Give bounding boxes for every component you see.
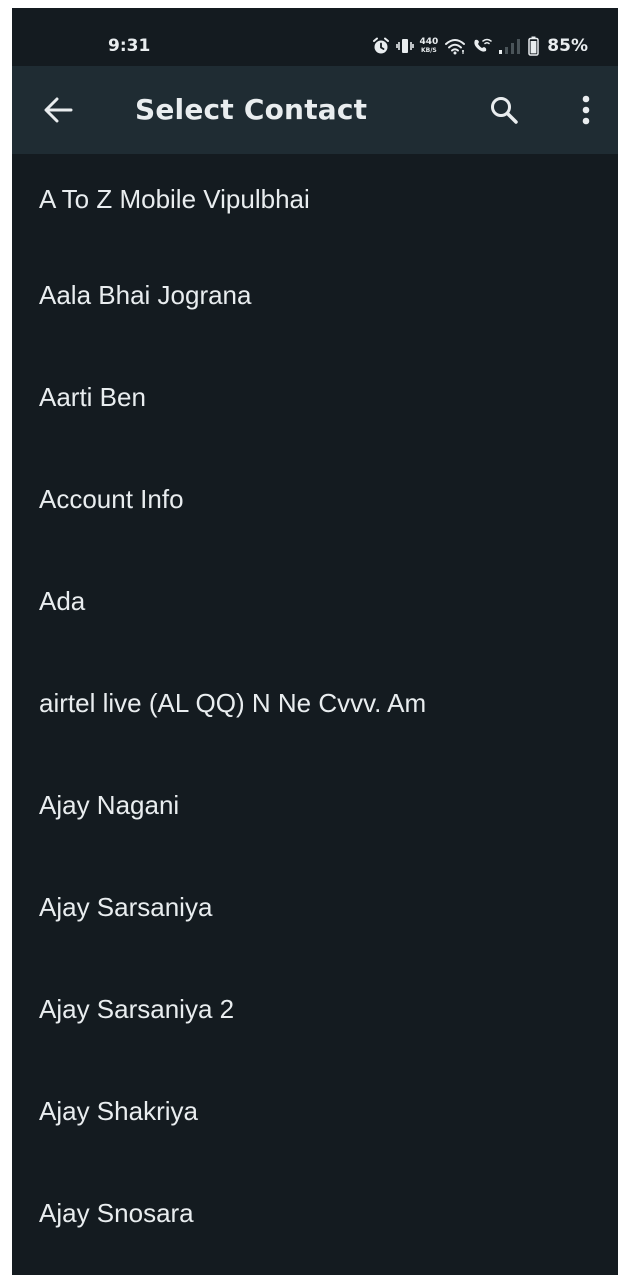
more-options-button[interactable] (572, 90, 600, 130)
contact-item[interactable]: Ada (12, 550, 618, 652)
contact-name: Ajay Shakriya (39, 1095, 198, 1126)
contact-item[interactable]: Ajay Nagani (12, 754, 618, 856)
contact-item[interactable]: Aarti Ben (12, 346, 618, 448)
back-button[interactable] (40, 92, 76, 128)
contact-item[interactable]: Aala Bhai Jograna (12, 244, 618, 346)
contact-name: airtel live (AL QQ) N Ne Cvvv. Am (39, 687, 427, 718)
contact-item[interactable]: Ajay Snosara (12, 1162, 618, 1264)
status-time: 9:31 (108, 36, 151, 56)
contact-item[interactable]: Ajay Sarsaniya (12, 856, 618, 958)
battery-percent: 85% (547, 36, 588, 56)
contact-item[interactable]: Ajay Shakriya (12, 1060, 618, 1162)
status-bar: 9:31 440 KB/S 85% (12, 8, 618, 66)
contact-name: Ada (39, 585, 86, 616)
search-button[interactable] (486, 92, 522, 128)
search-icon (491, 97, 518, 124)
contact-item[interactable]: Account Info (12, 448, 618, 550)
wifi-calling-icon (474, 38, 493, 52)
contact-name: Account Info (39, 483, 184, 514)
signal-icon (499, 39, 521, 54)
contact-name: Ajay Sarsaniya 2 (39, 993, 235, 1024)
app-bar: Select Contact (12, 66, 618, 154)
battery-icon (528, 36, 540, 56)
vibrate-icon (395, 39, 414, 53)
contact-item[interactable]: airtel live (AL QQ) N Ne Cvvv. Am (12, 652, 618, 754)
contact-list: A To Z Mobile Vipulbhai Aala Bhai Jogran… (12, 154, 618, 1264)
contact-name: A To Z Mobile Vipulbhai (39, 183, 310, 214)
phone-screen: 9:31 440 KB/S 85% Select Contact A To Z … (12, 8, 618, 1275)
contact-name: Ajay Sarsaniya (39, 891, 213, 922)
net-speed: 440 KB/S (419, 37, 439, 55)
contact-name: Aarti Ben (39, 381, 146, 412)
contact-name: Ajay Nagani (39, 789, 180, 820)
contact-item[interactable]: A To Z Mobile Vipulbhai (12, 154, 618, 244)
status-icons: 440 KB/S 85% (372, 34, 588, 58)
net-speed-value: 440 (419, 37, 439, 47)
more-vert-icon (582, 95, 590, 125)
net-speed-unit: KB/S (421, 47, 437, 54)
contact-name: Aala Bhai Jograna (39, 279, 252, 310)
contact-item[interactable]: Ajay Sarsaniya 2 (12, 958, 618, 1060)
contact-name: Ajay Snosara (39, 1197, 194, 1228)
back-arrow-icon (44, 97, 73, 123)
alarm-icon (372, 37, 389, 54)
wifi-icon (445, 39, 466, 55)
page-title: Select Contact (135, 93, 368, 126)
